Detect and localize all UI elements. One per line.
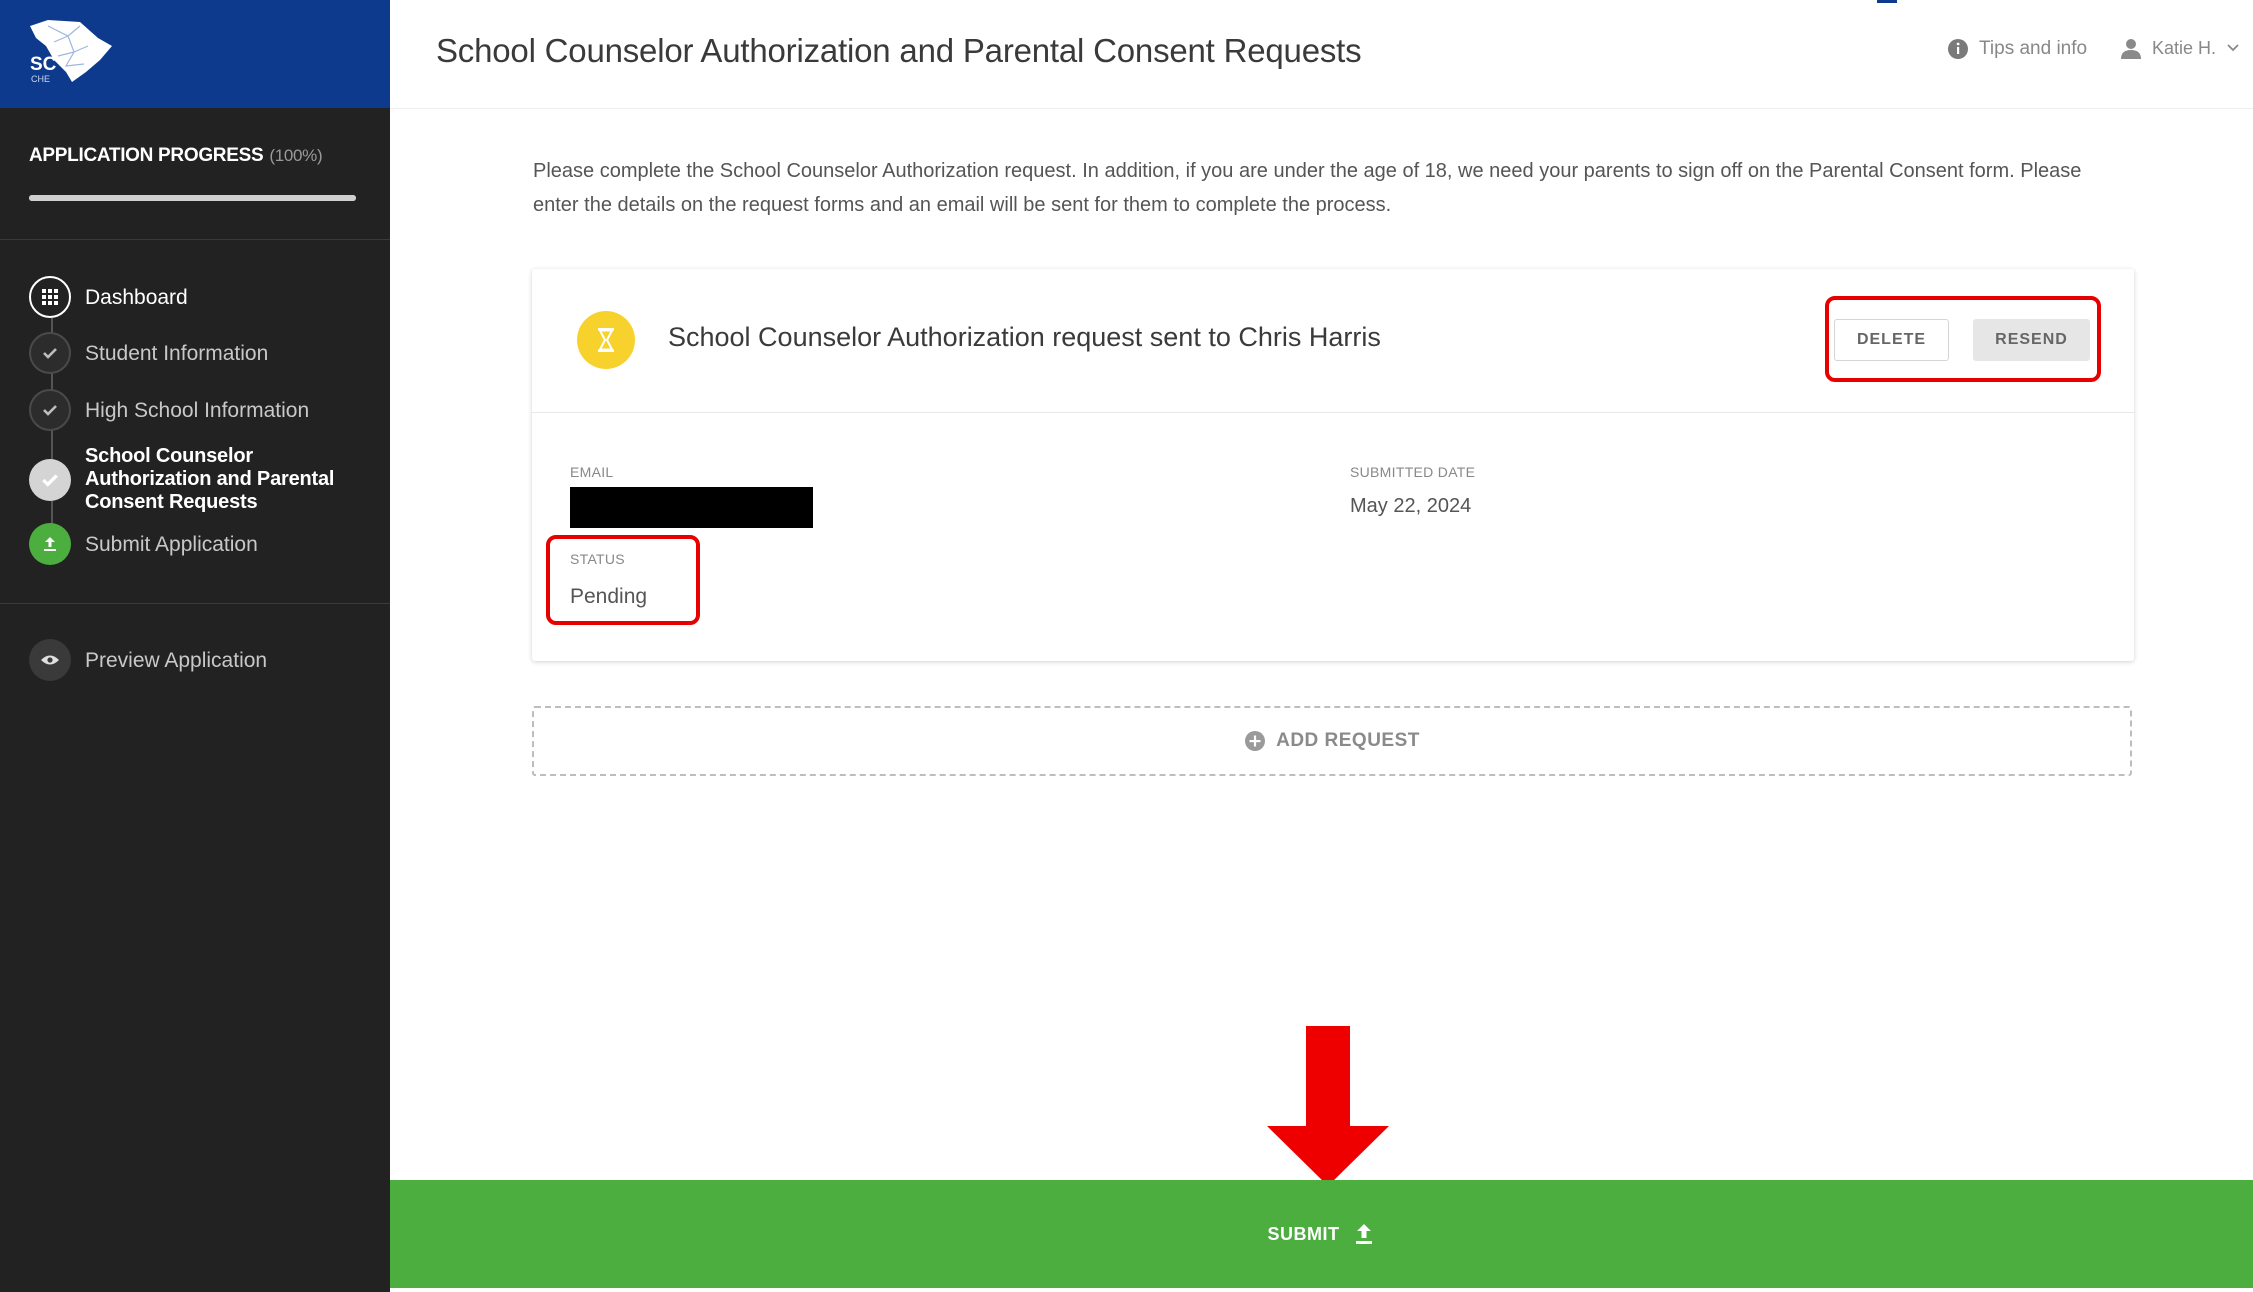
sidebar: SC CHE APPLICATION PROGRESS (100%) Dashbo… [0,0,390,1292]
redacted-email [570,487,813,528]
grid-icon [29,276,71,318]
request-title: School Counselor Authorization request s… [668,322,1381,352]
sidebar-item-high-school-information[interactable]: High School Information [29,389,309,431]
top-accent-mark [1877,0,1897,3]
email-label: EMAIL [570,464,614,480]
progress-bar [29,195,356,201]
highlight-box-buttons [1825,296,2101,382]
eye-icon [29,639,71,681]
info-icon [1948,39,1968,59]
page-title: School Counselor Authorization and Paren… [436,32,1362,69]
chevron-down-icon [2227,44,2239,52]
logo-subtext: CHE [31,74,51,84]
tips-label: Tips and info [1979,38,2088,59]
user-menu[interactable]: Katie H. [2120,37,2240,59]
request-card: School Counselor Authorization request s… [532,269,2134,661]
upload-icon [1355,1224,1372,1244]
add-request-label: ADD REQUEST [1276,730,1420,751]
sidebar-item-label: Submit Application [85,532,258,556]
check-icon [29,458,71,501]
sidebar-item-submit-application[interactable]: Submit Application [29,523,258,565]
logo-text: SC [30,54,57,75]
submitted-date-value: May 22, 2024 [1350,495,1472,517]
check-icon [29,389,71,431]
user-icon [2121,39,2141,59]
check-icon [29,332,71,374]
sidebar-item-label: Student Information [85,341,269,365]
submitted-date-label: SUBMITTED DATE [1350,464,1476,480]
sidebar-item-counselor-consent-requests[interactable]: School Counselor Authorization and Paren… [29,445,355,514]
top-header: School Counselor Authorization and Paren… [390,0,2253,109]
sidebar-item-label: School Counselor Authorization and Paren… [85,445,335,513]
sidebar-item-preview-application[interactable]: Preview Application [29,639,267,681]
highlight-box-status [546,535,700,625]
application-progress-label: APPLICATION PROGRESS (100%) [29,145,323,167]
logo-bar[interactable]: SC CHE [0,0,390,108]
red-down-arrow-annotation [1267,1026,1389,1186]
sidebar-divider [0,239,390,240]
submit-label: SUBMIT [1267,1223,1340,1244]
tips-and-info-link[interactable]: Tips and info [1947,38,2087,60]
add-request-button[interactable]: ADD REQUEST [532,706,2132,776]
sidebar-item-dashboard[interactable]: Dashboard [29,276,188,318]
submit-button[interactable]: SUBMIT [390,1180,2253,1288]
sidebar-item-label: Preview Application [85,648,268,672]
request-card-header: School Counselor Authorization request s… [532,269,2134,413]
intro-text: Please complete the School Counselor Aut… [533,160,2082,216]
sidebar-item-label: High School Information [85,398,310,422]
upload-icon [29,523,71,565]
hourglass-icon [577,311,635,369]
progress-bar-fill [29,195,356,201]
progress-title: APPLICATION PROGRESS [29,145,264,166]
sidebar-item-student-information[interactable]: Student Information [29,332,268,374]
sidebar-divider [0,603,390,604]
sidebar-item-label: Dashboard [85,285,188,309]
user-name: Katie H. [2152,37,2217,58]
plus-circle-icon [1245,731,1266,751]
progress-percent: (100%) [269,146,323,165]
